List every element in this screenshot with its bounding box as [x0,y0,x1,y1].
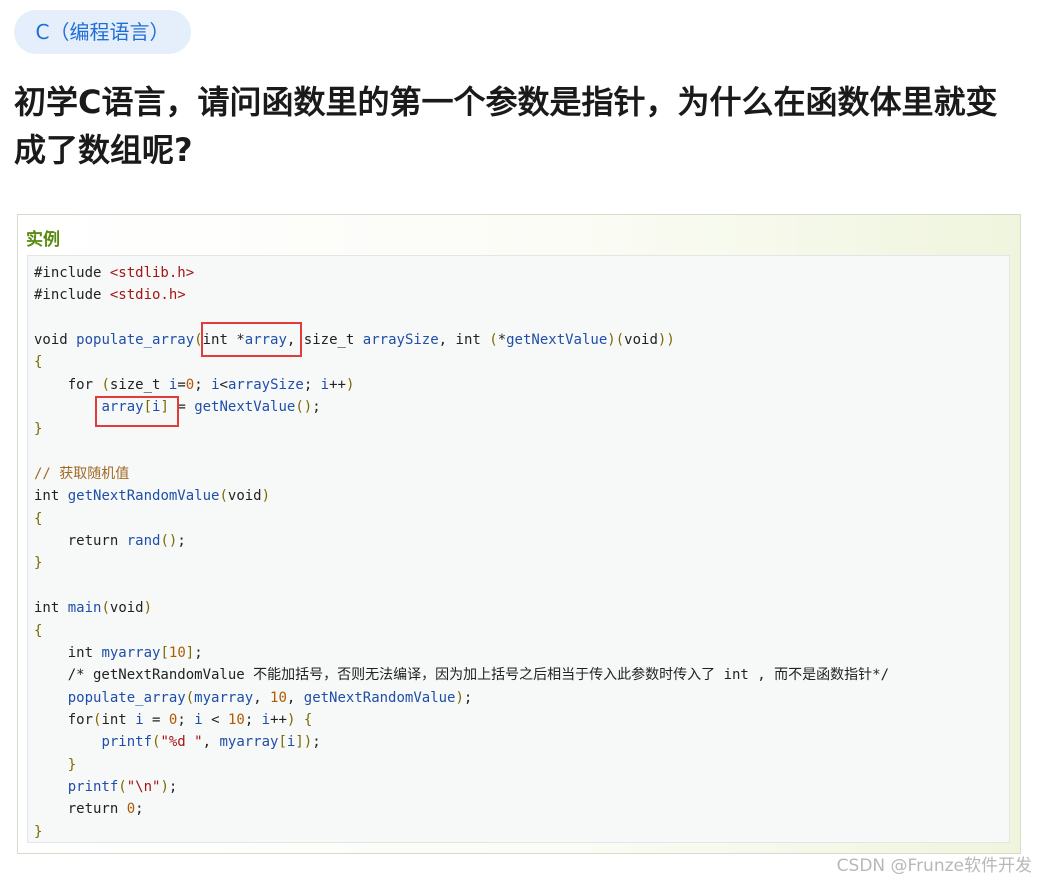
code-line: int main(void) [34,600,153,617]
code-line: int myarray[10]; [67,644,203,661]
code-line: array[i] = getNextValue(); [101,399,321,416]
code-line: for (size_t i=0; i<arraySize; i++) [67,376,355,393]
code-line: for(int i = 0; i < 10; i++) { [67,711,313,728]
code-block: #include <stdlib.h> #include <stdio.h> ​ vo… [27,255,1010,843]
code-line: } [34,421,43,438]
question-title: 初学C语言，请问函数里的第一个参数是指针，为什么在函数体里就变成了数组呢? [14,83,998,169]
code-line: { [34,510,43,527]
code-line: // 获取随机值 [34,466,130,483]
code-line: int getNextRandomValue(void) [34,488,271,505]
code-line: return rand(); [67,533,186,550]
code-line: ​ [34,441,889,463]
code-line: printf("\n"); [67,778,178,795]
code-line: } [34,823,43,840]
code-line: { [34,622,43,639]
code-line: { [34,354,43,371]
code-line: ​ [34,307,889,329]
code-line: populate_array(myarray, 10, getNextRando… [67,689,473,706]
code-line: } [67,756,77,773]
topic-tag[interactable]: C（编程语言） [14,10,191,54]
example-box: 实例 #include <stdlib.h> #include <stdio.h>… [17,214,1021,854]
code-content: #include <stdlib.h> #include <stdio.h> ​ vo… [34,262,889,843]
code-line: } [34,555,43,572]
code-line: #include <stdio.h> [34,287,186,304]
code-line: /* getNextRandomValue 不能加括号，否则无法编译，因为加上括… [67,667,890,684]
code-line: ​ [34,575,889,597]
watermark: CSDN @Frunze软件开发 [836,856,1032,876]
example-label: 实例 [26,230,60,250]
code-line: void populate_array(int *array, size_t a… [34,332,675,349]
code-line: printf("%d ", myarray[i]); [101,734,321,751]
code-line: #include <stdlib.h> [34,265,195,281]
code-line: return 0; [67,801,144,818]
